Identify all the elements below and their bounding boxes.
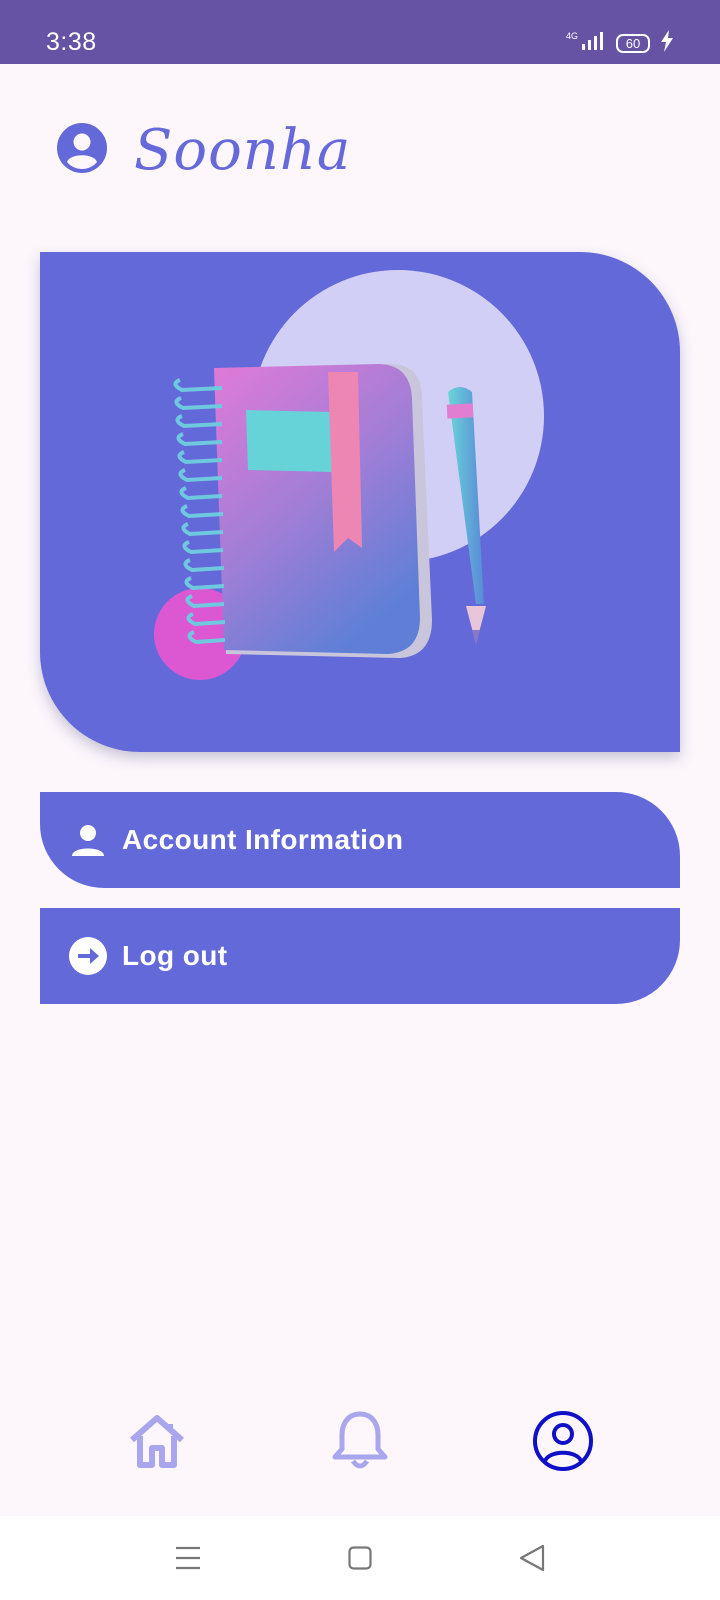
menu-lines-icon[interactable] xyxy=(168,1538,208,1578)
status-bar: 3:38 4G 60 xyxy=(0,0,720,64)
account-information-label: Account Information xyxy=(122,824,404,855)
logout-label: Log out xyxy=(122,940,228,971)
logout-button[interactable]: Log out xyxy=(40,908,680,1004)
back-triangle-icon[interactable] xyxy=(512,1538,552,1578)
user-circle-icon xyxy=(56,122,108,179)
nav-home[interactable] xyxy=(122,1408,192,1478)
status-time: 3:38 xyxy=(46,28,97,56)
system-navigation-bar xyxy=(0,1516,720,1600)
nav-profile[interactable] xyxy=(528,1408,598,1478)
account-information-button[interactable]: Account Information xyxy=(40,792,680,888)
profile-icon xyxy=(532,1410,594,1477)
banner-card xyxy=(40,252,680,752)
notebook-and-pencil-illustration xyxy=(154,270,544,680)
profile-header: Soonha xyxy=(56,117,352,183)
home-icon xyxy=(126,1410,188,1477)
signal-icon: 4G xyxy=(566,30,606,57)
home-square-icon[interactable] xyxy=(340,1538,380,1578)
logout-arrow-icon xyxy=(68,936,108,976)
battery-icon: 60 xyxy=(616,33,650,53)
network-label: 4G xyxy=(566,31,578,41)
user-name: Soonha xyxy=(134,117,352,183)
bell-icon xyxy=(331,1409,389,1478)
nav-notifications[interactable] xyxy=(325,1408,395,1478)
status-icons: 4G 60 xyxy=(566,29,674,57)
charging-bolt-icon xyxy=(660,29,674,57)
bottom-navigation xyxy=(0,1396,720,1516)
person-icon xyxy=(68,820,108,860)
